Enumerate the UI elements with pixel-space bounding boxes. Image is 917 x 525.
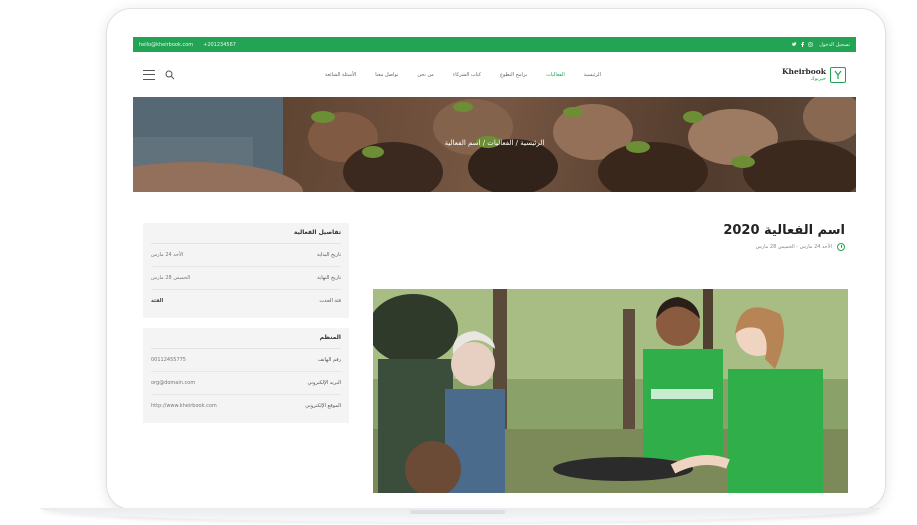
- nav-link-about[interactable]: من نحن: [417, 72, 434, 78]
- hamburger-menu-icon[interactable]: [143, 69, 155, 80]
- twitter-icon[interactable]: [792, 42, 797, 47]
- nav-link-faq[interactable]: الأسئلة الشائعة: [325, 72, 356, 78]
- contact-phone[interactable]: +201234567: [203, 42, 236, 48]
- contact-email[interactable]: hello@kheirbook.com: [139, 42, 193, 48]
- detail-row-end: تاريخ النهاية الخميس 28 مارس: [151, 267, 341, 290]
- breadcrumb[interactable]: الرئيسية / الفعاليات / اسم الفعالية: [133, 139, 856, 147]
- instagram-icon[interactable]: [808, 42, 813, 47]
- event-photo: [373, 289, 848, 493]
- event-date-text: الأحد 24 مارس - الخميس 28 مارس: [755, 244, 832, 250]
- organizer-row-website: الموقع الإلكتروني http://www.kheirbook.c…: [151, 403, 341, 409]
- nav-link-programs[interactable]: برامج التطوع: [500, 72, 527, 78]
- top-contact-bar: hello@kheirbook.com +201234567 تسجيل الد…: [133, 37, 856, 52]
- detail-row-category: فئة الحدث الفئة: [151, 298, 341, 304]
- page-banner: الرئيسية / الفعاليات / اسم الفعالية: [133, 97, 856, 192]
- organizer-row-phone: رقم الهاتف 00112455775: [151, 349, 341, 372]
- browser-screen: hello@kheirbook.com +201234567 تسجيل الد…: [133, 37, 856, 493]
- organizer-card: المنظم رقم الهاتف 00112455775 البريد الإ…: [143, 328, 349, 423]
- organizer-row-email: البريد الإلكتروني org@domain.com: [151, 372, 341, 395]
- event-sidebar: تفاصيل الفعالية تاريخ البداية الأحد 24 م…: [143, 223, 349, 433]
- event-details-title: تفاصيل الفعالية: [151, 229, 341, 244]
- logo-mark-icon: [830, 66, 846, 83]
- laptop-notch: [410, 510, 505, 514]
- nav-link-partners[interactable]: كتاب الشركاء: [453, 72, 481, 78]
- volunteers-image: [373, 289, 848, 493]
- event-date: الأحد 24 مارس - الخميس 28 مارس: [373, 243, 848, 251]
- clock-icon: [837, 243, 845, 251]
- search-icon[interactable]: [165, 70, 175, 80]
- logo-text-ar: خيربوك: [810, 76, 826, 82]
- nav-link-events[interactable]: الفعاليات: [546, 72, 565, 78]
- nav-link-home[interactable]: الرئيسية: [584, 72, 601, 78]
- social-icons: [792, 42, 813, 47]
- nav-link-contact[interactable]: تواصل معنا: [375, 72, 398, 78]
- facebook-icon[interactable]: [800, 42, 805, 47]
- page-title: اسم الفعالية 2020: [723, 223, 845, 238]
- site-logo[interactable]: Kheirbook خيربوك: [782, 66, 846, 83]
- nav-links: الرئيسية الفعاليات برامج التطوع كتاب الش…: [325, 72, 601, 78]
- organizer-title: المنظم: [151, 334, 341, 349]
- event-details-card: تفاصيل الفعالية تاريخ البداية الأحد 24 م…: [143, 223, 349, 318]
- logo-text-en: Kheirbook: [782, 67, 826, 76]
- main-navbar: الرئيسية الفعاليات برامج التطوع كتاب الش…: [133, 52, 856, 97]
- login-link[interactable]: تسجيل الدخول: [819, 42, 850, 48]
- event-main: اسم الفعالية 2020 الأحد 24 مارس - الخميس…: [373, 223, 848, 493]
- detail-row-start: تاريخ البداية الأحد 24 مارس: [151, 244, 341, 267]
